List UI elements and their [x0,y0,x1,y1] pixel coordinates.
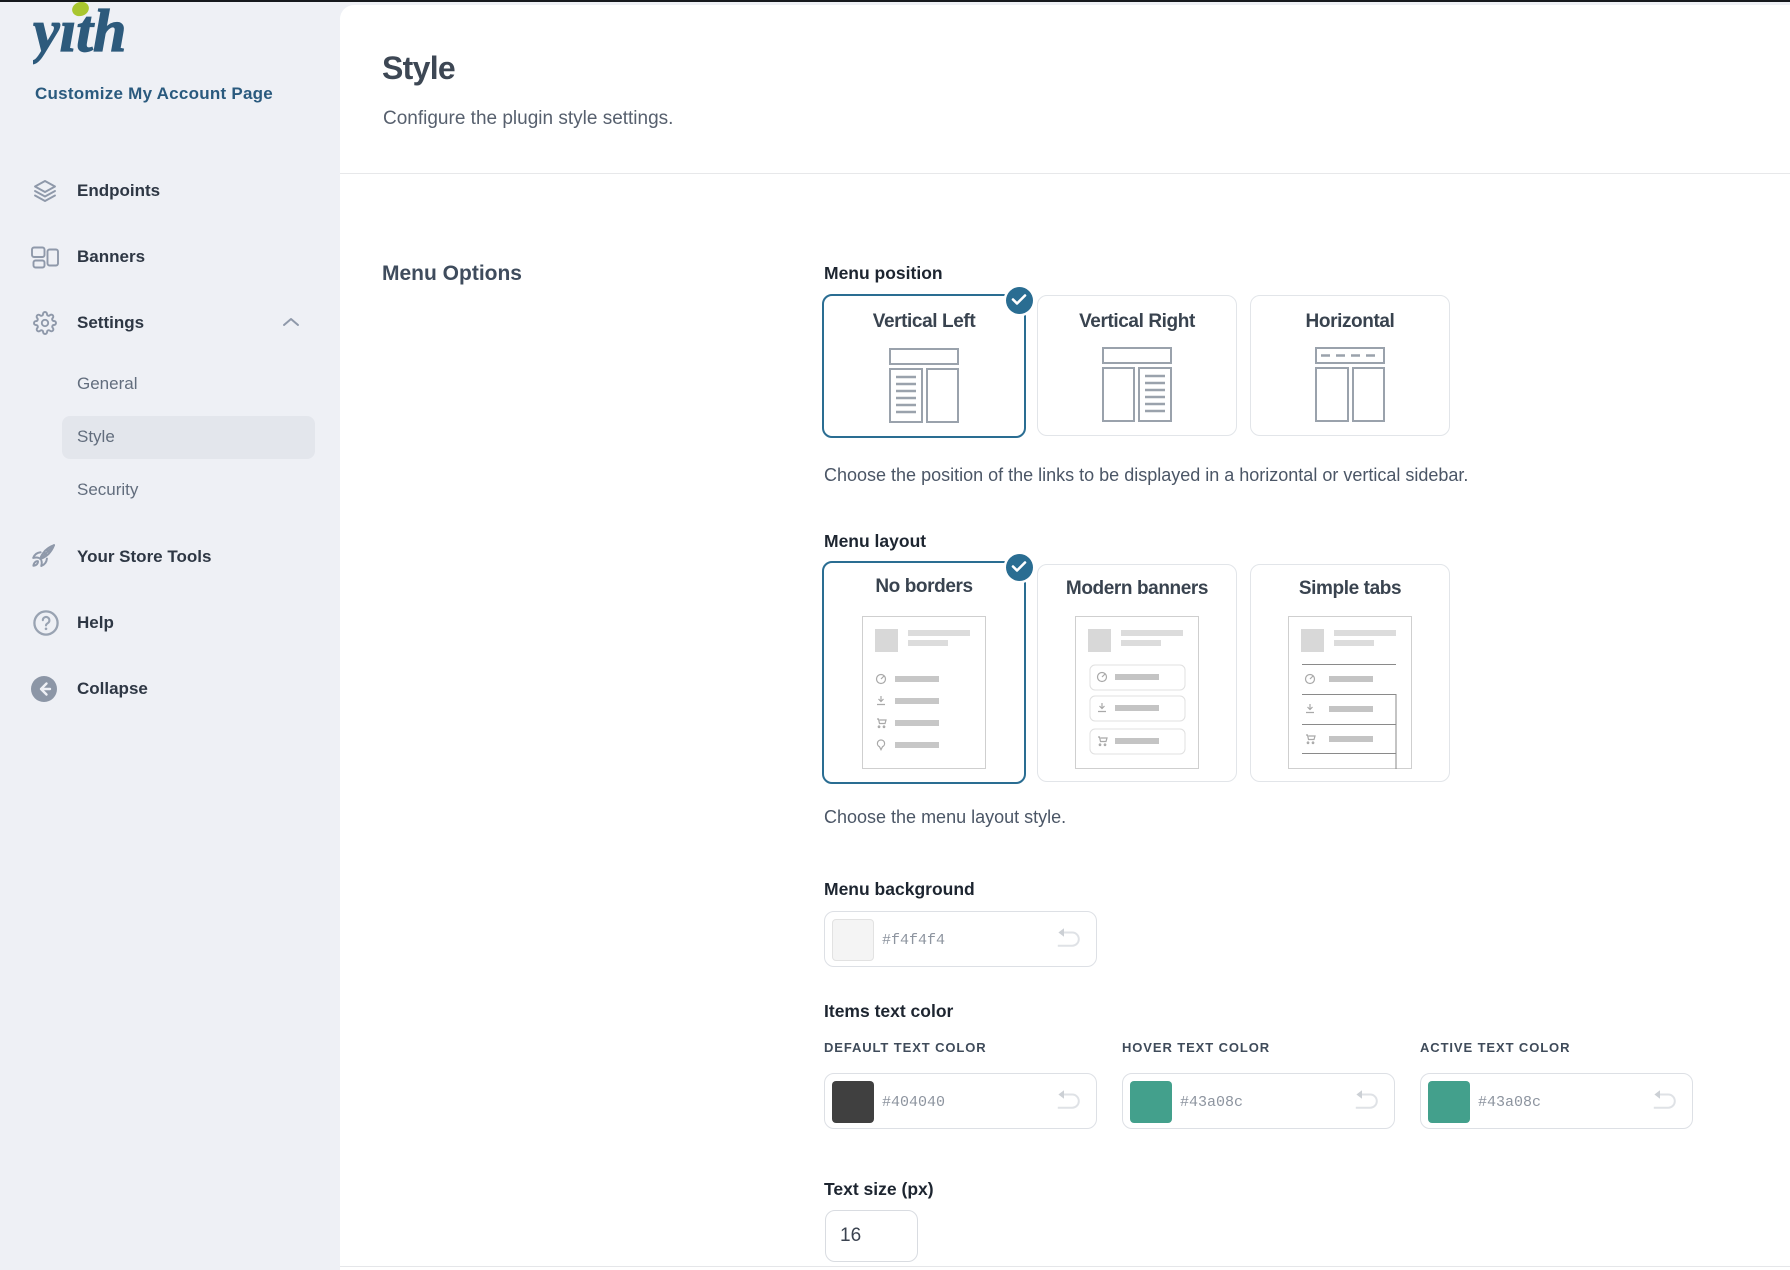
svg-text:yıth: yıth [33,0,126,64]
